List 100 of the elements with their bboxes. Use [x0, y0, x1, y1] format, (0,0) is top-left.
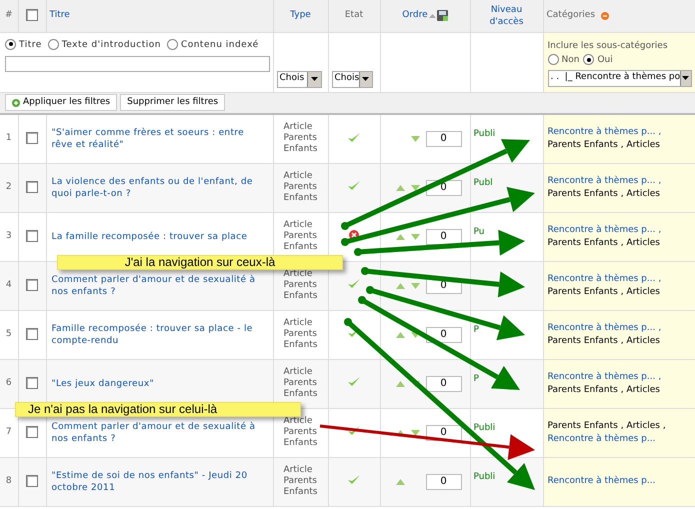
order-field[interactable]: 0 [426, 228, 462, 244]
radio-button[interactable] [166, 38, 178, 50]
radio-button[interactable] [548, 54, 558, 66]
radio-button[interactable] [5, 38, 16, 50]
checkbox[interactable] [26, 230, 38, 242]
access-level-link[interactable]: Publ [474, 178, 493, 188]
checkmark-icon[interactable] [348, 377, 360, 388]
column-header[interactable]: Type [290, 10, 311, 20]
move-down-icon[interactable] [410, 332, 420, 338]
checkbox[interactable] [26, 474, 38, 487]
row-number: 8 [6, 476, 12, 486]
type-text: Enfants [284, 438, 318, 449]
category-text: Parents Enfants , Articles , [548, 420, 666, 432]
column-header[interactable]: Ordre [402, 9, 428, 22]
radio-button[interactable] [583, 54, 594, 66]
radio-label: Texte d'introduction [62, 40, 161, 50]
article-title-link[interactable]: Famille recomposée : trouver sa place - le compte-rendu [52, 322, 268, 346]
type-text: Article [284, 220, 314, 231]
save-icon[interactable] [436, 10, 448, 22]
category-link[interactable]: Rencontre à thèmes p... , [548, 272, 662, 286]
row-number: 2 [6, 182, 12, 192]
checkmark-icon[interactable] [348, 475, 360, 486]
access-level-link[interactable]: P [474, 374, 479, 384]
type-text: Parents [284, 329, 318, 340]
access-level-link[interactable]: Publi [474, 472, 496, 482]
checkmark-icon[interactable] [348, 279, 360, 290]
access-level-link[interactable]: Publi [474, 129, 496, 139]
plus-icon [12, 98, 20, 107]
category-link[interactable]: Rencontre à thèmes p... , [548, 370, 662, 384]
type-text: Article [284, 416, 314, 427]
order-field[interactable]: 0 [426, 130, 462, 147]
state-select[interactable]: Chois [332, 70, 372, 88]
article-title-link[interactable]: Comment parler d'amour et de sexualité à nos enfants ? [52, 274, 268, 298]
category-text: Parents Enfants , Articles [548, 236, 660, 250]
radio-label: Oui [597, 55, 613, 65]
checkmark-icon[interactable] [348, 181, 360, 192]
category-text: Parents Enfants , Articles [548, 334, 660, 348]
access-level-link[interactable]: P [474, 324, 479, 335]
type-text: Enfants [284, 389, 318, 400]
order-field[interactable]: 0 [426, 474, 462, 490]
radio-button[interactable] [48, 38, 59, 50]
column-header[interactable]: Niveau d'accès [474, 4, 540, 28]
type-text: Parents [284, 427, 318, 438]
type-text: Parents [284, 476, 318, 487]
article-title-link[interactable]: Comment parler d'amour et de sexualité à nos enfants ? [52, 420, 268, 444]
row-number: 7 [6, 426, 12, 437]
filter-label: Inclure les sous-catégories [548, 40, 669, 52]
category-text: Parents Enfants , Articles [548, 384, 660, 396]
article-title-link[interactable]: "Estime de soi de nos enfants" - Jeudi 20 octobre 2011 [52, 470, 268, 494]
checkmark-icon[interactable] [348, 328, 360, 338]
category-text: Parents Enfants , Articles [548, 286, 660, 298]
row-number: 6 [6, 378, 12, 388]
category-link[interactable]: Rencontre à thèmes p... , [548, 174, 662, 188]
type-select[interactable]: Chois [276, 70, 322, 88]
checkbox[interactable] [26, 376, 38, 389]
checkbox[interactable] [26, 278, 38, 291]
access-level-link[interactable]: Pu [474, 226, 484, 237]
category-link[interactable]: Rencontre à thèmes p... [548, 432, 656, 446]
type-text: Article [284, 171, 314, 182]
radio-label: Titre [19, 40, 42, 50]
access-level-link[interactable]: Publi [474, 422, 496, 433]
remove-icon[interactable] [601, 12, 610, 20]
type-text: Enfants [284, 291, 318, 302]
callout-note: J'ai la navigation sur ceux-là [57, 255, 343, 270]
checkbox[interactable] [26, 328, 38, 340]
checkmark-icon[interactable] [348, 132, 360, 143]
type-text: Enfants [284, 144, 318, 156]
type-text: Enfants [284, 193, 318, 204]
type-text: Parents [284, 133, 318, 144]
article-title-link[interactable]: La violence des enfants ou de l'enfant, de quoi parle-t-on ? [52, 176, 268, 200]
article-title-link[interactable]: "S'aimer comme frères et soeurs : entre rêve et réalité" [52, 126, 268, 151]
checkbox[interactable] [26, 180, 38, 193]
category-link[interactable]: Rencontre à thèmes p... , [548, 126, 662, 139]
type-text: Parents [284, 182, 318, 193]
category-link[interactable]: Rencontre à thèmes p... , [548, 224, 662, 236]
type-text: Enfants [284, 340, 318, 351]
move-down-icon[interactable] [410, 184, 420, 190]
checkbox[interactable] [26, 8, 38, 21]
category-link[interactable]: Rencontre à thèmes p... , [548, 322, 662, 334]
filter-button[interactable]: Supprimer les filtres [120, 94, 226, 112]
checkmark-icon[interactable] [348, 426, 360, 436]
category-link[interactable]: Rencontre à thèmes p... [548, 475, 656, 488]
unpublished-icon[interactable] [349, 230, 359, 240]
radio-label: Contenu indexé [180, 40, 259, 50]
order-field[interactable]: 0 [426, 376, 462, 392]
category-select[interactable]: . . |_ Rencontre à thèmes po [548, 70, 692, 86]
move-down-icon[interactable] [410, 430, 420, 436]
article-title-link[interactable]: La famille recomposée : trouver sa place [52, 230, 268, 242]
filter-button[interactable]: Appliquer les filtres [5, 94, 118, 112]
checkbox[interactable] [26, 132, 38, 144]
row-number: 3 [6, 230, 12, 241]
category-text: Parents Enfants , Articles [548, 188, 660, 200]
article-title-link[interactable]: "Les jeux dangereux" [52, 378, 268, 390]
type-text: Article [284, 269, 314, 280]
type-text: Parents [284, 231, 318, 242]
column-header[interactable]: Titre [50, 10, 70, 20]
checkbox[interactable] [26, 426, 38, 438]
search-field[interactable] [5, 56, 270, 72]
row-number: 5 [6, 328, 12, 339]
type-text: Enfants [284, 242, 318, 253]
